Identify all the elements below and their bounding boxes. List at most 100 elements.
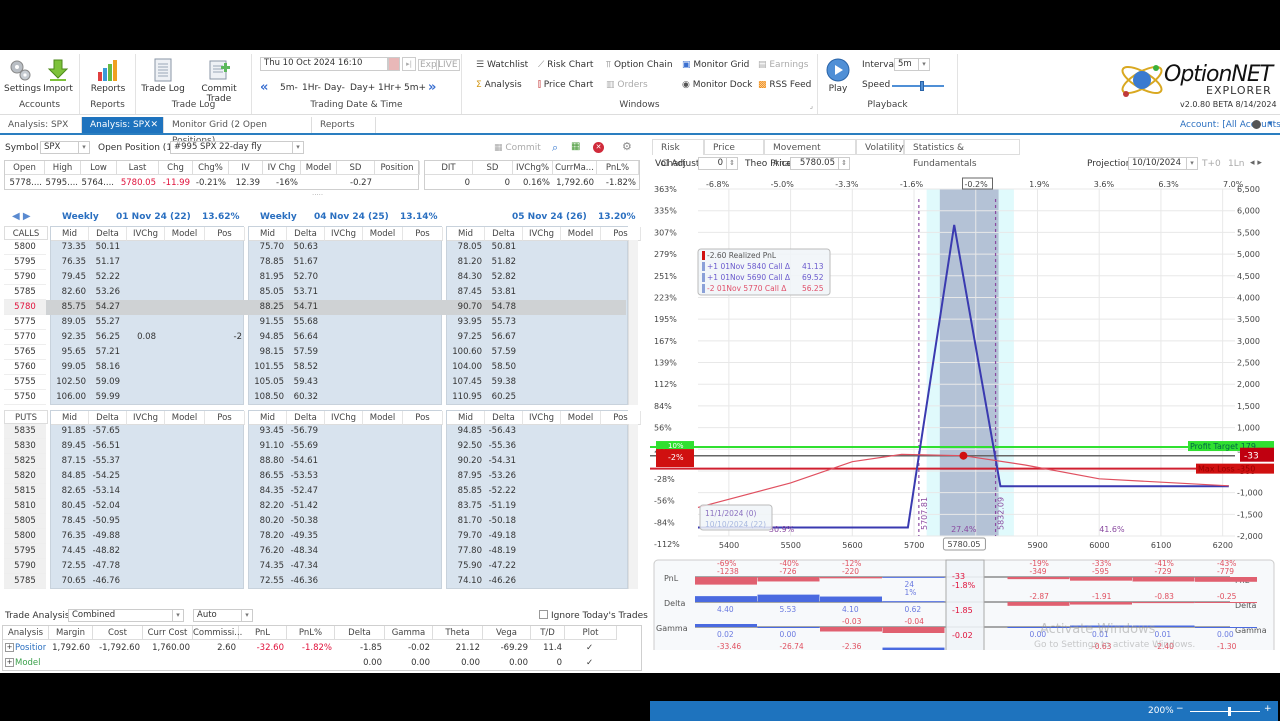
strike-cell[interactable]: 5790 xyxy=(4,270,46,285)
mid-price[interactable]: 90.70 xyxy=(446,300,482,315)
t0-button[interactable]: T+0 xyxy=(1202,159,1221,169)
tab-monitor-grid[interactable]: Monitor Grid (2 Open Positions) xyxy=(164,117,312,146)
mid-price[interactable]: 88.80 xyxy=(248,454,284,469)
risk-chart-button[interactable]: ⟋ Risk Chart xyxy=(538,60,593,70)
mid-price[interactable]: 86.55 xyxy=(248,469,284,484)
mid-price[interactable]: 92.50 xyxy=(446,439,482,454)
tab-analysis-spx-1[interactable]: Analysis: SPX xyxy=(0,117,82,133)
mid-price[interactable]: 84.35 xyxy=(248,484,284,499)
gear-icon[interactable]: ⚙ xyxy=(622,140,632,153)
mid-price[interactable]: 76.35 xyxy=(50,255,86,270)
theo-price-input[interactable]: 5780.05 ⇕ xyxy=(790,157,850,170)
earnings-button[interactable]: ▤ Earnings xyxy=(758,60,808,70)
zoom-slider[interactable] xyxy=(1190,707,1260,716)
watchlist-button[interactable]: ☰ Watchlist xyxy=(476,60,528,70)
mid-price[interactable]: 107.45 xyxy=(446,375,482,390)
strike-cell[interactable]: 5820 xyxy=(4,469,46,484)
pos-value[interactable]: -2 xyxy=(202,330,242,345)
mid-price[interactable]: 104.00 xyxy=(446,360,482,375)
mid-price[interactable]: 87.45 xyxy=(446,285,482,300)
scrollbar[interactable] xyxy=(628,424,638,589)
zoom-slider-thumb[interactable] xyxy=(1228,707,1231,716)
orders-button[interactable]: ▥ Orders xyxy=(606,80,648,90)
pos-value[interactable] xyxy=(202,300,242,315)
current-price-marker[interactable] xyxy=(959,451,968,460)
strike-cell[interactable]: 5805 xyxy=(4,514,46,529)
risk-tab-0[interactable]: Risk Chart xyxy=(652,139,704,169)
mid-price[interactable]: 89.05 xyxy=(50,315,86,330)
strike-cell[interactable]: 5770 xyxy=(4,330,46,345)
ignore-today-checkbox[interactable] xyxy=(539,610,548,619)
expiry-nav-arrows[interactable]: ◀ ▶ xyxy=(12,211,31,222)
mid-price[interactable]: 102.50 xyxy=(50,375,86,390)
pos-value[interactable] xyxy=(202,375,242,390)
mid-price[interactable]: 99.05 xyxy=(50,360,86,375)
monitor-grid-button[interactable]: ▣ Monitor Grid xyxy=(682,60,749,70)
live-button[interactable]: LIVE xyxy=(436,59,460,71)
mid-price[interactable]: 85.85 xyxy=(446,484,482,499)
mid-price[interactable]: 85.05 xyxy=(248,285,284,300)
strike-cell[interactable]: 5780 xyxy=(4,300,46,315)
plot-checkbox[interactable]: ✓ xyxy=(565,641,614,656)
analysis-button[interactable]: Σ Analysis xyxy=(476,80,522,90)
risk-tab-3[interactable]: Volatility xyxy=(856,139,904,155)
mid-price[interactable]: 92.35 xyxy=(50,330,86,345)
mid-price[interactable]: 105.05 xyxy=(248,375,284,390)
expand-icon[interactable]: + xyxy=(5,643,14,652)
mid-price[interactable]: 72.55 xyxy=(50,559,86,574)
mid-price[interactable]: 82.65 xyxy=(50,484,86,499)
mid-price[interactable]: 85.75 xyxy=(50,300,86,315)
mid-price[interactable]: 82.20 xyxy=(248,499,284,514)
prev-step-icon[interactable]: « xyxy=(260,80,268,95)
strike-cell[interactable]: 5800 xyxy=(4,240,46,255)
mid-price[interactable]: 78.20 xyxy=(248,529,284,544)
interval-select[interactable]: 5m ▾ xyxy=(894,58,930,71)
next-step-icon[interactable]: » xyxy=(428,80,436,95)
mid-price[interactable]: 81.70 xyxy=(446,514,482,529)
close-icon[interactable]: ✕ xyxy=(150,117,158,133)
mid-price[interactable]: 80.45 xyxy=(50,499,86,514)
strike-cell[interactable]: 5800 xyxy=(4,529,46,544)
pos-value[interactable] xyxy=(202,315,242,330)
strike-cell[interactable]: 5755 xyxy=(4,375,46,390)
mid-price[interactable]: 75.70 xyxy=(248,240,284,255)
mid-price[interactable]: 74.35 xyxy=(248,559,284,574)
strike-cell[interactable]: 5775 xyxy=(4,315,46,330)
search-icon[interactable]: ⌕ xyxy=(552,141,558,155)
symbol-select[interactable]: SPX ▾ xyxy=(40,141,90,154)
mid-price[interactable]: 75.90 xyxy=(446,559,482,574)
mid-price[interactable]: 78.45 xyxy=(50,514,86,529)
mid-price[interactable]: 77.80 xyxy=(446,544,482,559)
mid-price[interactable]: 89.45 xyxy=(50,439,86,454)
calendar-icon[interactable] xyxy=(388,57,400,71)
strike-cell[interactable]: 5750 xyxy=(4,390,46,405)
mid-price[interactable]: 91.85 xyxy=(50,424,86,439)
pos-value[interactable] xyxy=(202,345,242,360)
mid-price[interactable]: 70.65 xyxy=(50,574,86,589)
step-day-plus[interactable]: Day+ xyxy=(350,83,375,93)
mid-price[interactable]: 81.20 xyxy=(446,255,482,270)
mid-price[interactable]: 94.85 xyxy=(446,424,482,439)
strike-cell[interactable]: 5795 xyxy=(4,255,46,270)
strike-cell[interactable]: 5810 xyxy=(4,499,46,514)
mid-price[interactable]: 83.75 xyxy=(446,499,482,514)
projection-date-select[interactable]: 10/10/2024 ▾ xyxy=(1128,157,1198,170)
strike-cell[interactable]: 5830 xyxy=(4,439,46,454)
mid-price[interactable]: 72.55 xyxy=(248,574,284,589)
speed-slider[interactable] xyxy=(892,81,944,91)
mid-price[interactable]: 78.05 xyxy=(446,240,482,255)
zoom-in-button[interactable]: + xyxy=(1264,704,1272,714)
mid-price[interactable]: 87.95 xyxy=(446,469,482,484)
speed-slider-thumb[interactable] xyxy=(920,81,924,91)
analysis-mode-select[interactable]: Combined ▾ xyxy=(68,609,184,622)
spinner-icon[interactable]: ⇕ xyxy=(838,158,849,169)
mid-price[interactable]: 106.00 xyxy=(50,390,86,405)
import-button[interactable]: Import xyxy=(42,58,74,94)
mid-price[interactable]: 78.85 xyxy=(248,255,284,270)
vol-adjust-input[interactable]: 0 ⇕ xyxy=(698,157,738,170)
strike-cell[interactable]: 5785 xyxy=(4,285,46,300)
reports-button[interactable]: Reports xyxy=(88,58,128,94)
mid-price[interactable]: 76.20 xyxy=(248,544,284,559)
auto-select[interactable]: Auto ▾ xyxy=(193,609,253,622)
strike-cell[interactable]: 5825 xyxy=(4,454,46,469)
